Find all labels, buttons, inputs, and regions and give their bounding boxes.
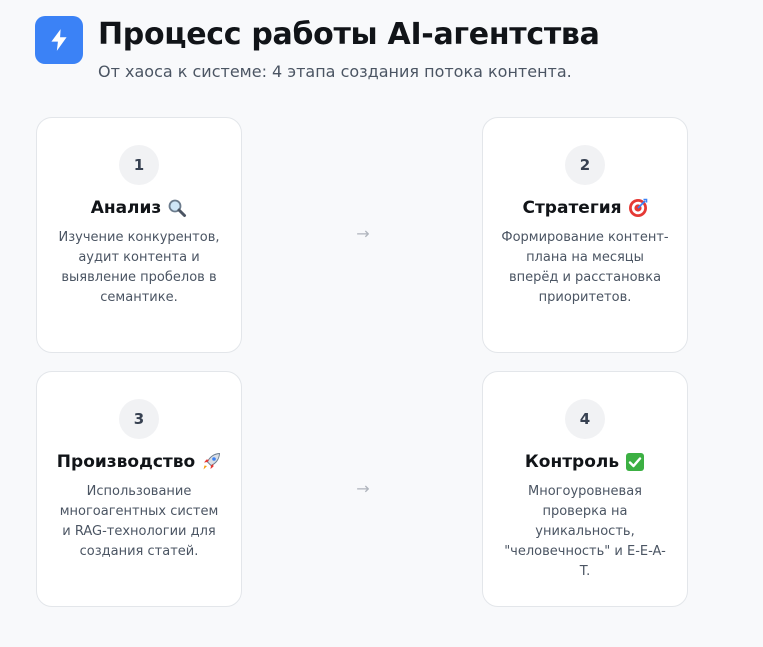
step-title: Стратегия: [522, 198, 622, 218]
step-title: Анализ: [90, 198, 162, 218]
step-title-wrap: Анализ: [37, 196, 241, 220]
magnifier-icon: [167, 198, 187, 218]
step-card-analysis: 1 Анализ Изучение конкурентов, аудит кон…: [36, 117, 242, 353]
step-number: 3: [119, 399, 159, 439]
rocket-icon: [201, 452, 221, 472]
lightning-icon: [35, 16, 83, 64]
step-title-wrap: Производство: [37, 450, 241, 474]
step-description: Использование многоагентных систем и RAG…: [59, 484, 219, 559]
step-number: 2: [565, 145, 605, 185]
arrow-icon: →: [356, 479, 370, 498]
arrow-icon: →: [356, 224, 370, 243]
step-number: 4: [565, 399, 605, 439]
step-card-production: 3 Производство Использование многоагентн…: [36, 371, 242, 607]
step-description: Многоуровневая проверка на уникальность,…: [504, 484, 666, 579]
step-number: 1: [119, 145, 159, 185]
page-header: Процесс работы AI-агентства От хаоса к с…: [35, 16, 735, 86]
step-title: Контроль: [524, 452, 620, 472]
step-title: Производство: [56, 452, 196, 472]
step-description: Формирование контент-плана на месяцы впе…: [501, 230, 669, 305]
step-title-wrap: Стратегия: [483, 196, 687, 220]
step-card-control: 4 Контроль Многоуровневая проверка на ун…: [482, 371, 688, 607]
page-title: Процесс работы AI-агентства: [98, 17, 600, 52]
check-mark-icon: [625, 452, 645, 472]
page-subtitle: От хаоса к системе: 4 этапа создания пот…: [98, 62, 572, 81]
step-description: Изучение конкурентов, аудит контента и в…: [58, 230, 220, 305]
step-title-wrap: Контроль: [483, 450, 687, 474]
step-card-strategy: 2 Стратегия Формирование контент-плана н…: [482, 117, 688, 353]
target-icon: [628, 198, 648, 218]
